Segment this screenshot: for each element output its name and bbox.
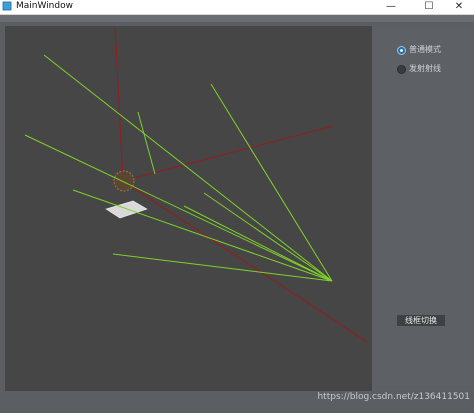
ray-line — [137, 111, 156, 175]
app-icon — [2, 1, 12, 11]
wireframe-toggle-button[interactable]: 线框切换 — [397, 315, 445, 326]
ray-line — [43, 54, 333, 282]
close-button[interactable]: ✕ — [444, 0, 474, 12]
side-panel — [372, 26, 474, 391]
minimize-button[interactable]: — — [376, 0, 406, 12]
scene-canvas — [24, 26, 368, 343]
radio-unchecked-indicator[interactable] — [397, 64, 406, 74]
axis-line-diagonal — [122, 180, 368, 343]
ray-line — [24, 134, 333, 282]
maximize-button[interactable]: ☐ — [414, 0, 444, 12]
3d-viewport[interactable] — [5, 26, 372, 391]
sphere-object — [113, 170, 135, 192]
radio-label: 普通模式 — [409, 45, 441, 54]
menu-bar-strip — [0, 15, 474, 22]
watermark-text: https://blog.csdn.net/z136411501 — [317, 392, 470, 402]
ray-line — [72, 189, 333, 282]
title-bar: MainWindow — ☐ ✕ — [0, 0, 474, 15]
radio-emit-ray[interactable]: 发射射线 — [397, 64, 441, 74]
radio-label: 发射射线 — [409, 64, 441, 73]
radio-checked-indicator[interactable] — [397, 45, 406, 55]
axis-line-vertical — [114, 26, 124, 182]
window-title: MainWindow — [16, 1, 73, 11]
radio-normal-mode[interactable]: 普通模式 — [397, 45, 441, 55]
